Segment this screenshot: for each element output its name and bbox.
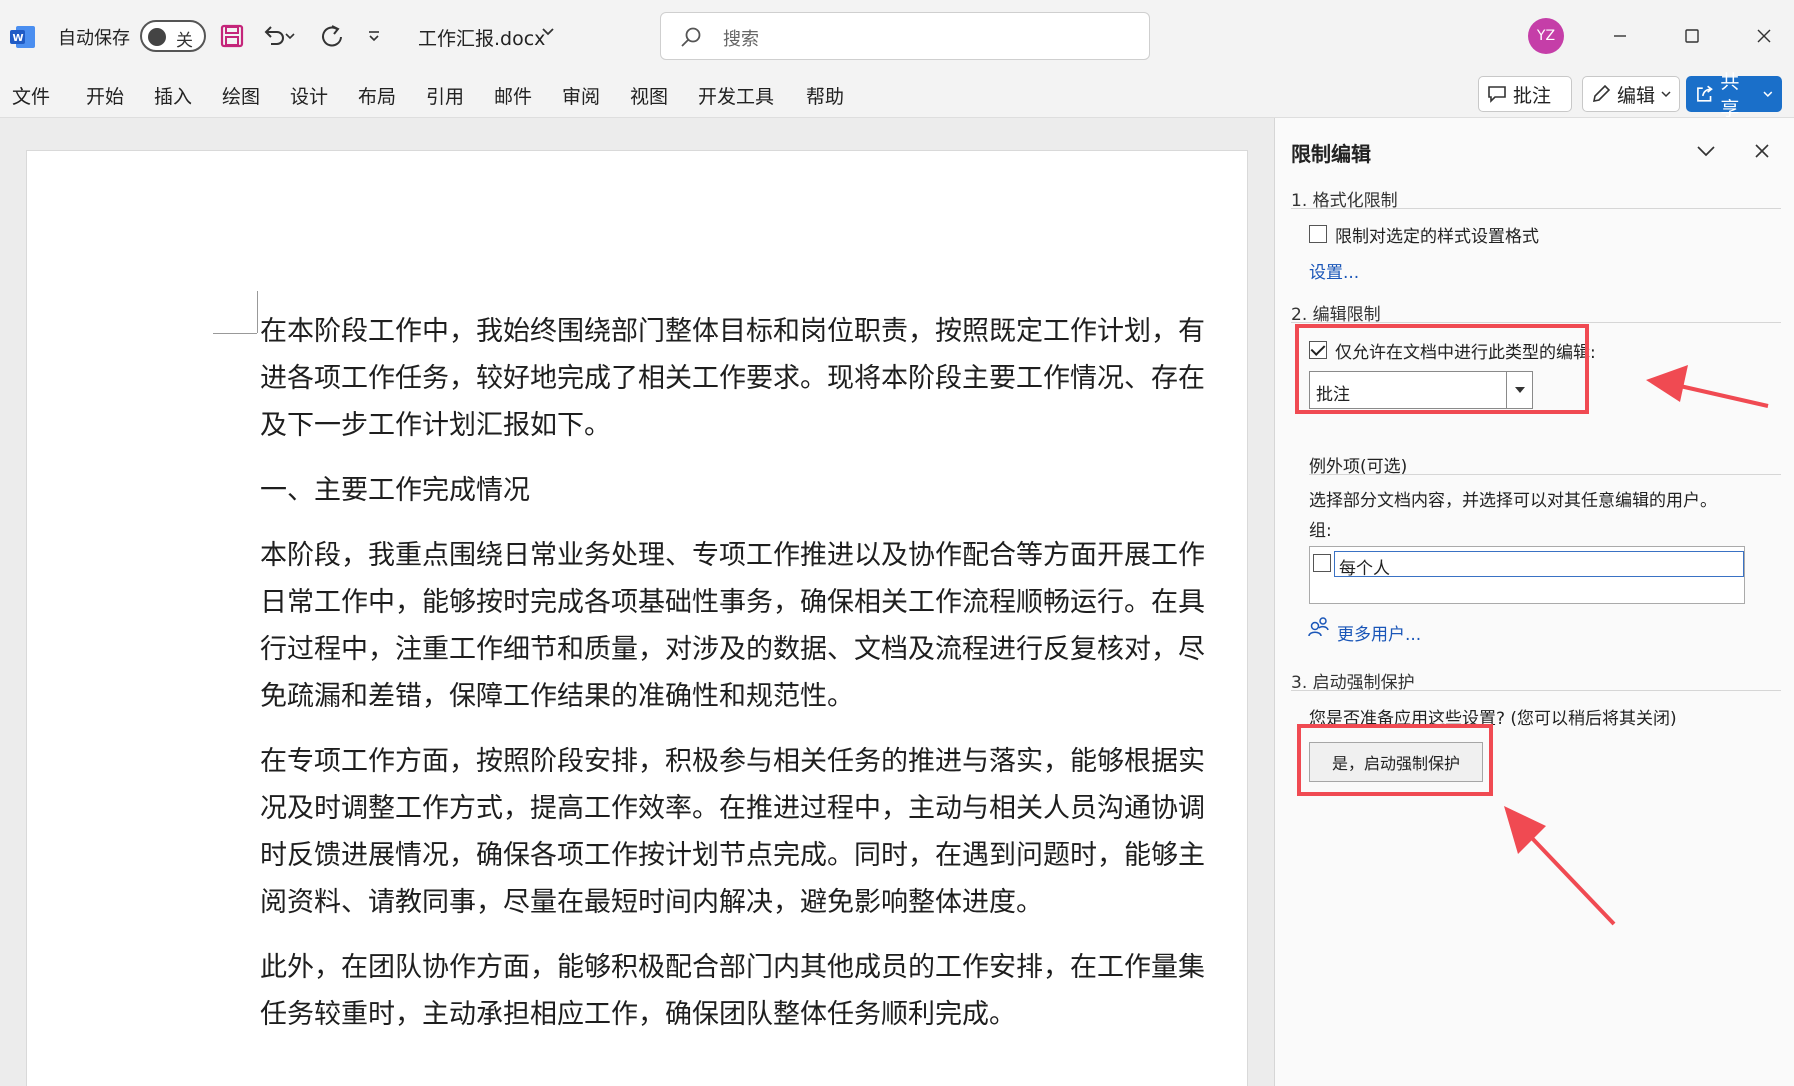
- settings-link[interactable]: 设置...: [1309, 258, 1359, 283]
- tab-file[interactable]: 文件: [12, 82, 50, 109]
- paragraph: 本阶段，我重点围绕日常业务处理、专项工作推进以及协作配合等方面开展工作 日常工作…: [260, 532, 1250, 720]
- group-item-label: 每个人: [1339, 559, 1390, 579]
- tab-layout[interactable]: 布局: [358, 82, 396, 109]
- divider: [1291, 690, 1781, 691]
- undo-dropdown-icon[interactable]: [282, 20, 298, 52]
- tab-references[interactable]: 引用: [426, 82, 464, 109]
- tab-home[interactable]: 开始: [86, 82, 124, 109]
- chevron-down-icon[interactable]: [540, 24, 556, 40]
- editing-mode-label: 编辑: [1617, 84, 1656, 107]
- text-line: 本阶段，我重点围绕日常业务处理、专项工作推进以及协作配合等方面开展工作: [260, 540, 1205, 571]
- text-line: 时反馈进展情况，确保各项工作按计划节点完成。同时，在遇到问题时，能够主: [260, 840, 1205, 871]
- comments-button[interactable]: 批注: [1478, 76, 1572, 112]
- pencil-icon: [1592, 84, 1611, 103]
- chevron-down-icon[interactable]: [1693, 138, 1719, 164]
- avatar[interactable]: YZ: [1528, 18, 1564, 54]
- tab-review[interactable]: 审阅: [562, 82, 600, 109]
- tab-mailings[interactable]: 邮件: [494, 82, 532, 109]
- text-line: 及下一步工作计划汇报如下。: [260, 410, 611, 441]
- share-button-label: 共享: [1720, 71, 1740, 120]
- group-list: 每个人: [1309, 546, 1745, 604]
- comment-icon: [1488, 86, 1506, 103]
- text-line: 行过程中，注重工作细节和质量，对涉及的数据、文档及流程进行反复核对，尽: [260, 634, 1205, 665]
- editing-mode-button[interactable]: 编辑: [1582, 76, 1680, 112]
- search-box[interactable]: 搜索: [660, 12, 1150, 60]
- highlight-box: [1297, 724, 1493, 796]
- customize-toolbar-icon[interactable]: [358, 20, 390, 52]
- tab-draw[interactable]: 绘图: [222, 82, 260, 109]
- restrict-editing-pane: 限制编辑 1. 格式化限制 限制对选定的样式设置格式 设置... 2. 编辑限制…: [1274, 118, 1794, 1086]
- text-line: 阅资料、请教同事，尽量在最短时间内解决，避免影响整体进度。: [260, 887, 1043, 918]
- text-line: 任务较重时，主动承担相应工作，确保团队整体任务顺利完成。: [260, 999, 1016, 1030]
- maximize-icon[interactable]: [1676, 20, 1708, 52]
- text-line: 进各项工作任务，较好地完成了相关工作要求。现将本阶段主要工作情况、存在: [260, 363, 1205, 394]
- document-title[interactable]: 工作汇报.docx: [418, 24, 545, 51]
- chevron-down-icon: [1763, 91, 1773, 97]
- tab-developer[interactable]: 开发工具: [698, 82, 774, 109]
- divider: [1291, 208, 1781, 209]
- paragraph: 在本阶段工作中，我始终围绕部门整体目标和岗位职责，按照既定工作计划，有 进各项工…: [260, 308, 1250, 449]
- pane-title: 限制编辑: [1291, 142, 1371, 166]
- text-line: 日常工作中，能够按时完成各项基础性事务，确保相关工作流程顺畅运行。在具: [260, 587, 1205, 618]
- everyone-checkbox[interactable]: [1313, 554, 1331, 572]
- toggle-knob: [148, 28, 166, 46]
- section-heading: 一、主要工作完成情况: [260, 467, 1250, 514]
- tab-insert[interactable]: 插入: [154, 82, 192, 109]
- share-button[interactable]: 共享: [1686, 71, 1782, 120]
- divider: [1309, 474, 1781, 475]
- paragraph: 在专项工作方面，按照阶段安排，积极参与相关任务的推进与落实，能够根据实 况及时调…: [260, 738, 1250, 926]
- text-line: 此外，在团队协作方面，能够积极配合部门内其他成员的工作安排，在工作量集: [260, 952, 1205, 983]
- paragraph: 此外，在团队协作方面，能够积极配合部门内其他成员的工作安排，在工作量集 任务较重…: [260, 944, 1250, 1038]
- text-line: 况及时调整工作方式，提高工作效率。在推进过程中，主动与相关人员沟通协调: [260, 793, 1205, 824]
- redo-icon[interactable]: [316, 20, 348, 52]
- close-icon[interactable]: [1748, 20, 1780, 52]
- text-line: 免疏漏和差错，保障工作结果的准确性和规范性。: [260, 681, 854, 712]
- save-icon[interactable]: [216, 20, 248, 52]
- text-line: 在专项工作方面，按照阶段安排，积极参与相关任务的推进与落实，能够根据实: [260, 746, 1205, 777]
- margin-marker: [213, 333, 257, 334]
- text-line: 一、主要工作完成情况: [260, 475, 530, 506]
- autosave-label: 自动保存: [58, 28, 130, 49]
- document-body[interactable]: 在本阶段工作中，我始终围绕部门整体目标和岗位职责，按照既定工作计划，有 进各项工…: [260, 308, 1250, 1056]
- close-pane-icon[interactable]: [1749, 138, 1775, 164]
- more-users-link[interactable]: 更多用户...: [1337, 620, 1421, 645]
- autosave-state: 关: [176, 31, 193, 51]
- share-icon: [1697, 85, 1713, 102]
- text-line: 在本阶段工作中，我始终围绕部门整体目标和岗位职责，按照既定工作计划，有: [260, 316, 1205, 347]
- tab-view[interactable]: 视图: [630, 82, 668, 109]
- minimize-icon[interactable]: [1604, 20, 1636, 52]
- title-bar: W 自动保存 关 工作汇报.docx 搜索 YZ: [0, 0, 1794, 72]
- chevron-down-icon: [1661, 91, 1671, 98]
- group-label: 组:: [1309, 521, 1332, 541]
- format-restriction-checkbox[interactable]: [1309, 225, 1327, 243]
- search-icon: [681, 27, 701, 47]
- divider: [1291, 322, 1781, 323]
- svg-text:W: W: [13, 33, 24, 44]
- tab-help[interactable]: 帮助: [806, 82, 844, 109]
- document-area: 在本阶段工作中，我始终围绕部门整体目标和岗位职责，按照既定工作计划，有 进各项工…: [0, 118, 1274, 1086]
- comments-button-label: 批注: [1513, 84, 1552, 107]
- word-app-icon: W: [10, 26, 35, 48]
- exceptions-description: 选择部分文档内容，并选择可以对其任意编辑的用户。: [1309, 491, 1717, 511]
- tab-design[interactable]: 设计: [290, 82, 328, 109]
- highlight-box: [1295, 324, 1589, 414]
- group-item-everyone[interactable]: 每个人: [1334, 551, 1744, 579]
- autosave-toggle[interactable]: 关: [140, 20, 206, 52]
- search-placeholder: 搜索: [723, 29, 759, 50]
- ribbon: 文件 开始 插入 绘图 设计 布局 引用 邮件 审阅 视图 开发工具 帮助 批注…: [0, 71, 1794, 120]
- margin-marker: [257, 291, 258, 333]
- format-restriction-label: 限制对选定的样式设置格式: [1335, 227, 1539, 247]
- users-icon: [1308, 617, 1329, 637]
